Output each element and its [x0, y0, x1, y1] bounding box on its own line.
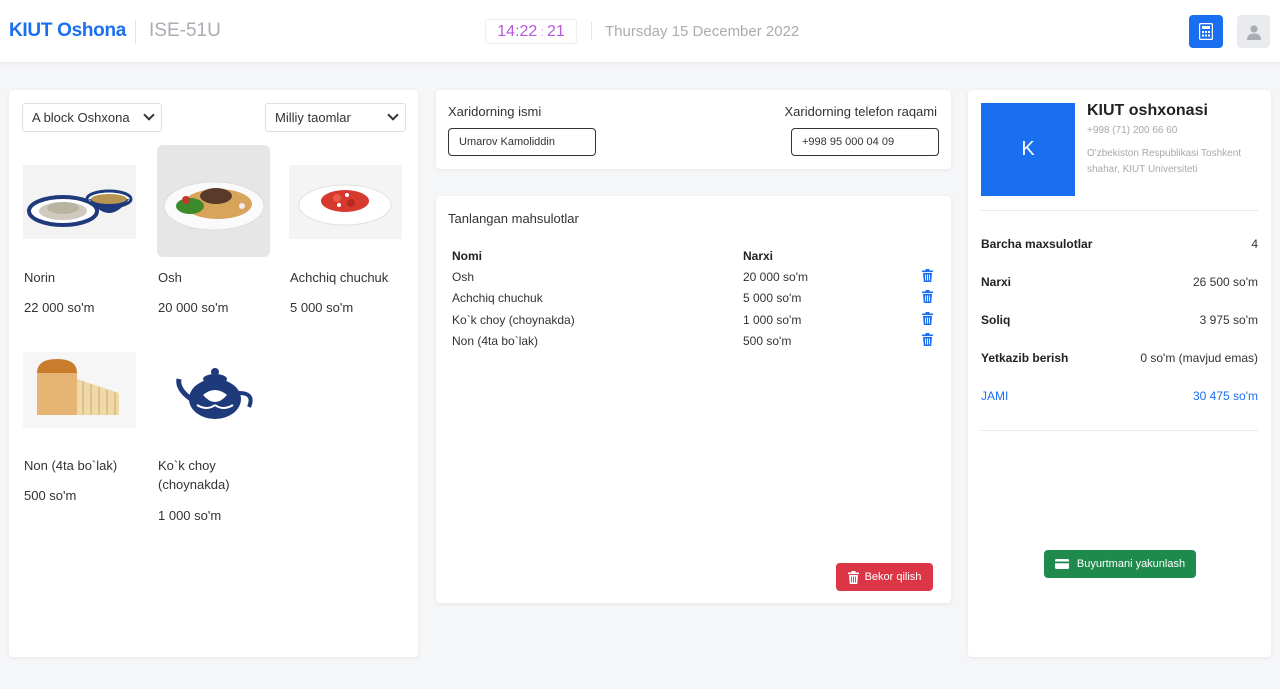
column-header-price: Narxi: [743, 249, 774, 263]
cancel-order-button[interactable]: Bekor qilish: [836, 563, 933, 591]
brand-title[interactable]: KIUT Oshona: [9, 20, 126, 42]
row-price: 500 so'm: [743, 334, 792, 348]
trash-icon[interactable]: [922, 269, 933, 285]
trash-icon[interactable]: [922, 333, 933, 349]
selected-products-panel: Tanlangan mahsulotlar Nomi Narxi Osh 20 …: [436, 196, 951, 603]
product-price: 22 000 so'm: [24, 300, 95, 315]
product-card-norin[interactable]: Norin 22 000 so'm: [23, 145, 136, 315]
store-address: O'zbekiston Respublikasi Toshkent shahar…: [1087, 148, 1242, 175]
summary-label: Yetkazib berish: [981, 351, 1069, 365]
summary-value: 30 475 so'm: [1193, 389, 1258, 403]
calculator-button[interactable]: [1189, 15, 1223, 48]
finish-order-button[interactable]: Buyurtmani yakunlash: [1044, 550, 1196, 578]
table-row: Non (4ta bo`lak) 500 so'm: [452, 333, 938, 355]
salad-plate-image: [289, 165, 402, 239]
top-header: KIUT Oshona ISE-51U 14:22:21 Thursday 15…: [0, 0, 1280, 62]
store-phone: +998 (71) 200 66 60: [1087, 125, 1178, 136]
customer-phone-input[interactable]: +998 95 000 04 09: [791, 128, 939, 156]
summary-label: Narxi: [981, 275, 1012, 289]
summary-label: JAMI: [981, 389, 1009, 403]
product-name: Norin: [24, 270, 56, 285]
divider: [981, 430, 1258, 431]
column-header-name: Nomi: [452, 249, 482, 263]
teapot-image: [157, 352, 270, 428]
order-summary-panel: K KIUT oshxonasi +998 (71) 200 66 60 O'z…: [968, 90, 1271, 657]
product-image: [289, 145, 402, 257]
current-date: Thursday 15 December 2022: [605, 23, 800, 40]
product-name: Non (4ta bo`lak): [24, 458, 118, 473]
summary-label: Barcha maxsulotlar: [981, 237, 1093, 251]
product-image: [23, 145, 136, 257]
store-avatar: K: [981, 103, 1075, 196]
divider: [981, 210, 1258, 211]
row-name: Non (4ta bo`lak): [452, 334, 539, 348]
trash-icon[interactable]: [922, 312, 933, 328]
summary-value: 3 975 so'm: [1199, 313, 1258, 327]
station-code: ISE-51U: [149, 20, 221, 41]
product-card-kok-choy[interactable]: Ko`k choy (choynakda) 1 000 so'm: [157, 333, 270, 523]
customer-info-panel: Xaridorning ismi Umarov Kamoliddin Xarid…: [436, 90, 951, 169]
trash-icon: [847, 570, 859, 584]
row-price: 20 000 so'm: [743, 270, 808, 284]
summary-value: 4: [1251, 237, 1258, 251]
cancel-order-label: Bekor qilish: [864, 571, 922, 583]
product-price: 20 000 so'm: [158, 300, 229, 315]
product-name: Achchiq chuchuk: [290, 270, 389, 285]
customer-name-label: Xaridorning ismi: [448, 104, 542, 119]
location-select[interactable]: A block Oshxona: [22, 103, 162, 132]
product-catalog-panel: A block Oshxona Milliy taomlar Norin 22 …: [9, 90, 418, 657]
row-price: 1 000 so'm: [743, 313, 802, 327]
finish-order-label: Buyurtmani yakunlash: [1076, 558, 1186, 570]
product-price: 1 000 so'm: [158, 508, 222, 523]
product-name: Osh: [158, 270, 182, 285]
user-profile-button[interactable]: [1237, 15, 1270, 48]
clock-separator: :: [540, 24, 544, 39]
product-card-achchiq-chuchuk[interactable]: Achchiq chuchuk 5 000 so'm: [289, 145, 402, 315]
table-row: Achchiq chuchuk 5 000 so'm: [452, 290, 938, 312]
bread-loaf-image: [23, 352, 136, 428]
category-select[interactable]: Milliy taomlar: [265, 103, 406, 132]
category-select-value: Milliy taomlar: [275, 110, 351, 125]
location-select-value: A block Oshxona: [32, 110, 130, 125]
customer-name-input[interactable]: Umarov Kamoliddin: [448, 128, 596, 156]
selected-products-title: Tanlangan mahsulotlar: [448, 211, 579, 226]
row-name: Osh: [452, 270, 475, 284]
store-name: KIUT oshxonasi: [1087, 102, 1208, 119]
clock-seconds: 21: [546, 23, 565, 40]
product-image: [157, 333, 270, 445]
chevron-down-icon: [387, 109, 399, 121]
brand-divider: [135, 20, 136, 44]
row-price: 5 000 so'm: [743, 291, 802, 305]
calculator-icon: [1199, 23, 1213, 40]
clock-hours-minutes: 14:22: [497, 23, 538, 40]
customer-phone-label: Xaridorning telefon raqami: [784, 104, 937, 119]
osh-plate-image: [163, 181, 264, 231]
row-name: Achchiq chuchuk: [452, 291, 543, 305]
chevron-down-icon: [143, 109, 155, 121]
product-price: 5 000 so'm: [290, 300, 354, 315]
summary-value: 26 500 so'm: [1193, 275, 1258, 289]
credit-card-icon: [1054, 559, 1069, 569]
summary-label: Soliq: [981, 313, 1011, 327]
row-name: Ko`k choy (choynakda): [452, 313, 575, 327]
summary-value: 0 so'm (mavjud emas): [1140, 351, 1258, 365]
product-price: 500 so'm: [24, 488, 77, 503]
table-row: Ko`k choy (choynakda) 1 000 so'm: [452, 312, 938, 334]
user-icon: [1246, 24, 1261, 40]
clock: 14:22:21: [485, 19, 577, 44]
trash-icon[interactable]: [922, 290, 933, 306]
table-row: Osh 20 000 so'm: [452, 269, 938, 291]
product-name: Ko`k choy (choynakda): [158, 458, 230, 492]
product-card-osh[interactable]: Osh 20 000 so'm: [157, 145, 270, 315]
product-card-non[interactable]: Non (4ta bo`lak) 500 so'm: [23, 333, 136, 503]
date-divider: [591, 22, 592, 40]
product-image: [23, 333, 136, 445]
product-image: [157, 145, 270, 257]
norin-dish-image: [23, 165, 136, 239]
